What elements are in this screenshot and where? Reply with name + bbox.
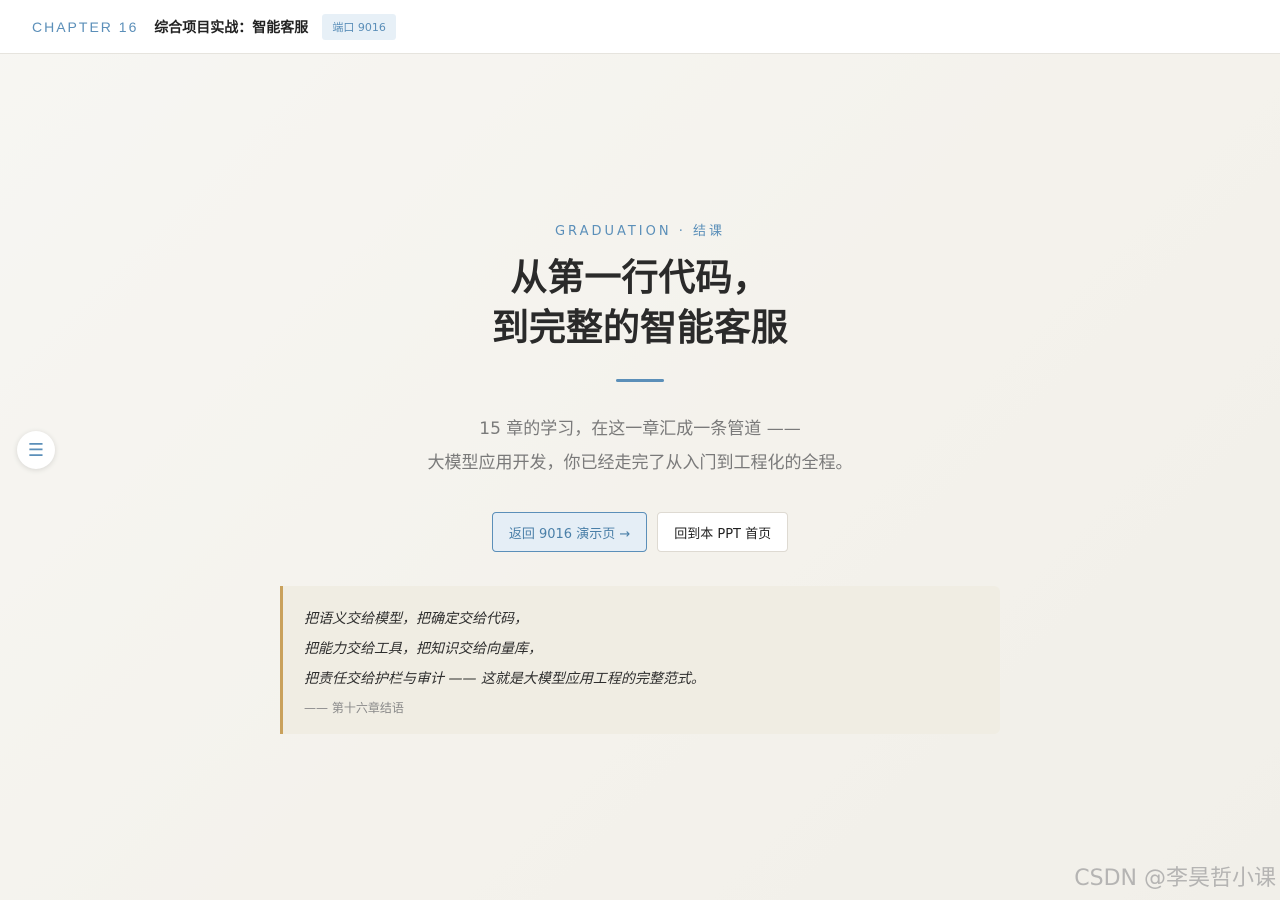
page-title: 从第一行代码， 到完整的智能客服 <box>0 253 1280 353</box>
eyebrow-label: GRADUATION · 结课 <box>554 224 725 239</box>
back-to-demo-button[interactable]: 返回 9016 演示页 → <box>491 512 648 552</box>
back-to-home-button[interactable]: 回到本 PPT 首页 <box>657 512 789 552</box>
subtitle-line: 15 章的学习，在这一章汇成一条管道 —— <box>479 419 801 439</box>
closing-quote: 把语义交给模型，把确定交给代码， 把能力交给工具，把知识交给向量库， 把责任交给… <box>280 586 1000 734</box>
quote-line: 把责任交给护栏与审计 —— 这就是大模型应用工程的完整范式。 <box>304 671 705 687</box>
quote-line: 把语义交给模型，把确定交给代码， <box>304 611 528 627</box>
title-line: 从第一行代码， <box>510 256 770 299</box>
chapter-label: CHAPTER 16 <box>32 18 139 35</box>
port-badge: 端口 9016 <box>322 13 396 40</box>
action-buttons: 返回 9016 演示页 → 回到本 PPT 首页 <box>0 512 1280 552</box>
quote-line: 把能力交给工具，把知识交给向量库， <box>304 641 542 657</box>
quote-source: —— 第十六章结语 <box>304 701 404 715</box>
title-divider <box>616 379 664 382</box>
title-line: 到完整的智能客服 <box>492 306 788 349</box>
watermark: CSDN @李昊哲小课 <box>1074 866 1276 891</box>
hero-section: GRADUATION · 结课 从第一行代码， 到完整的智能客服 15 章的学习… <box>0 220 1280 552</box>
subtitle-line: 大模型应用开发，你已经走完了从入门到工程化的全程。 <box>427 453 853 473</box>
chapter-title: 综合项目实战：智能客服 <box>154 19 309 36</box>
top-bar: CHAPTER 16 综合项目实战：智能客服 端口 9016 <box>0 0 1280 54</box>
subtitle: 15 章的学习，在这一章汇成一条管道 —— 大模型应用开发，你已经走完了从入门到… <box>0 412 1280 480</box>
